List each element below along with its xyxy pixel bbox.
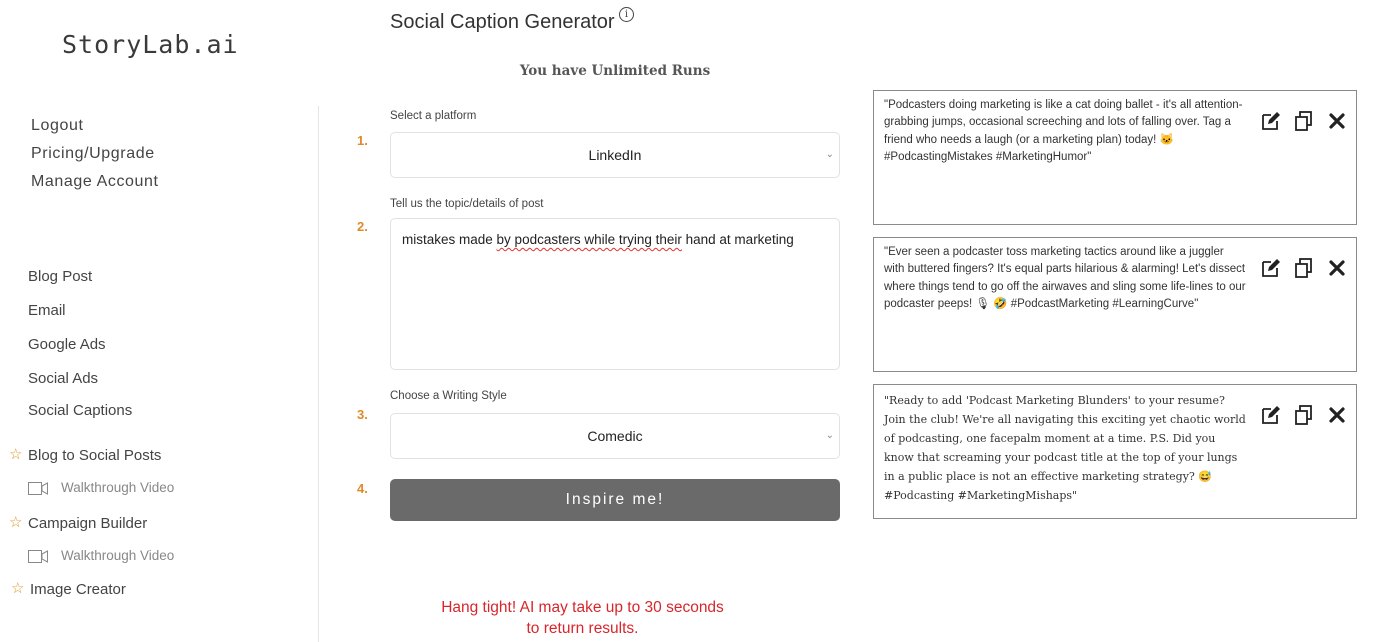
edit-icon[interactable]: [1260, 404, 1282, 426]
close-icon[interactable]: [1326, 257, 1348, 279]
copy-icon[interactable]: [1293, 404, 1315, 426]
caption-result-card: "Ever seen a podcaster toss marketing ta…: [873, 237, 1357, 372]
pricing-upgrade-link[interactable]: Pricing/Upgrade: [31, 145, 155, 163]
star-icon: ☆: [9, 514, 23, 531]
page-title: Social Caption Generator: [390, 11, 615, 33]
writing-style-selected-value: Comedic: [587, 428, 643, 444]
step-number: 2.: [357, 219, 368, 234]
step-number: 4.: [357, 481, 368, 496]
topic-label: Tell us the topic/details of post: [390, 198, 544, 210]
spellcheck-flagged-text: by podcasters while trying their: [496, 232, 682, 247]
platform-selected-value: LinkedIn: [588, 147, 642, 163]
caption-result-card: "Podcasters doing marketing is like a ca…: [873, 90, 1357, 225]
platform-select[interactable]: LinkedIn ⌄: [390, 132, 840, 178]
manage-account-link[interactable]: Manage Account: [31, 173, 159, 191]
info-icon[interactable]: i: [619, 7, 634, 22]
step-number: 1.: [357, 133, 368, 148]
inspire-me-button[interactable]: Inspire me!: [390, 479, 840, 521]
nav-google-ads[interactable]: Google Ads: [28, 336, 106, 353]
nav-email[interactable]: Email: [28, 302, 66, 319]
sidebar-divider: [318, 106, 319, 642]
caption-text[interactable]: "Podcasters doing marketing is like a ca…: [884, 97, 1246, 166]
video-camera-icon: [28, 482, 48, 495]
chevron-down-icon: ⌄: [825, 430, 834, 441]
writing-style-select[interactable]: Comedic ⌄: [390, 413, 840, 459]
nav-social-captions[interactable]: Social Captions: [28, 402, 132, 419]
nav-social-ads[interactable]: Social Ads: [28, 370, 98, 387]
close-icon[interactable]: [1326, 110, 1348, 132]
caption-result-card: "Ready to add 'Podcast Marketing Blunder…: [873, 384, 1357, 519]
platform-label: Select a platform: [390, 110, 477, 122]
star-icon: ☆: [9, 446, 23, 463]
nav-blog-to-social-posts[interactable]: Blog to Social Posts: [28, 447, 161, 464]
logout-link[interactable]: Logout: [31, 117, 84, 135]
topic-textarea[interactable]: mistakes made by podcasters while trying…: [390, 218, 840, 370]
edit-icon[interactable]: [1260, 110, 1282, 132]
walkthrough-video-link[interactable]: Walkthrough Video: [61, 548, 174, 563]
video-camera-icon: [28, 550, 48, 563]
edit-icon[interactable]: [1260, 257, 1282, 279]
copy-icon[interactable]: [1293, 257, 1315, 279]
step-number: 3.: [357, 407, 368, 422]
copy-icon[interactable]: [1293, 110, 1315, 132]
close-icon[interactable]: [1326, 404, 1348, 426]
caption-text[interactable]: "Ever seen a podcaster toss marketing ta…: [884, 244, 1246, 313]
runs-remaining: You have Unlimited Runs: [519, 63, 711, 79]
nav-blog-post[interactable]: Blog Post: [28, 268, 92, 285]
caption-text[interactable]: "Ready to add 'Podcast Marketing Blunder…: [884, 391, 1246, 505]
walkthrough-video-link[interactable]: Walkthrough Video: [61, 480, 174, 495]
writing-style-label: Choose a Writing Style: [390, 390, 507, 402]
chevron-down-icon: ⌄: [825, 149, 834, 160]
star-icon: ☆: [11, 580, 25, 597]
wait-message: Hang tight! AI may take up to 30 seconds…: [441, 599, 724, 637]
nav-image-creator[interactable]: Image Creator: [30, 581, 126, 598]
nav-campaign-builder[interactable]: Campaign Builder: [28, 515, 147, 532]
brand-logo[interactable]: StoryLab.ai: [62, 30, 239, 59]
